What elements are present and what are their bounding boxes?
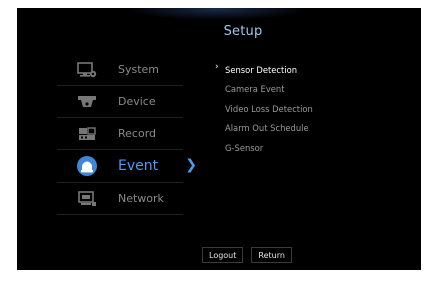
submenu-item-label: Alarm Out Schedule <box>225 123 309 134</box>
page-title: Setup <box>223 24 263 39</box>
menu-item-record[interactable]: Record <box>57 118 183 150</box>
menu-item-label: Event <box>118 158 159 174</box>
event-icon <box>74 156 100 176</box>
menu-item-label: Device <box>118 95 156 108</box>
menu-item-event[interactable]: Event ❯ <box>57 150 197 183</box>
menu-item-system[interactable]: System <box>57 54 183 86</box>
menu-item-device[interactable]: Device <box>57 86 183 118</box>
setup-panel: Setup System Device Record Event ❯ Netwo… <box>17 8 421 270</box>
setup-menu: System Device Record Event ❯ Network <box>57 54 197 215</box>
logout-button[interactable]: Logout <box>202 247 244 263</box>
menu-item-network[interactable]: Network <box>57 183 183 215</box>
record-icon <box>74 124 100 144</box>
submenu-item-label: Sensor Detection <box>225 65 298 75</box>
event-submenu: › Sensor Detection Camera Event Video Lo… <box>215 61 313 158</box>
submenu-item-label: G-Sensor <box>225 142 264 153</box>
screen: Setup System Device Record Event ❯ Netwo… <box>0 0 438 295</box>
submenu-item-g-sensor[interactable]: G-Sensor <box>225 139 313 158</box>
submenu-item-label: Camera Event <box>225 84 285 95</box>
chevron-right-icon: ❯ <box>185 157 197 173</box>
network-icon <box>74 189 100 209</box>
menu-item-label: System <box>118 63 160 76</box>
bottom-buttons: Logout Return <box>202 247 292 263</box>
device-icon <box>74 92 100 112</box>
submenu-item-camera-event[interactable]: Camera Event <box>225 80 313 99</box>
caret-right-icon: › <box>215 62 219 72</box>
submenu-item-sensor-detection[interactable]: › Sensor Detection <box>215 61 313 80</box>
submenu-item-video-loss-detection[interactable]: Video Loss Detection <box>225 100 313 119</box>
menu-item-label: Network <box>118 192 164 205</box>
return-button[interactable]: Return <box>251 247 292 263</box>
system-icon <box>74 60 100 80</box>
top-glow <box>127 8 307 20</box>
menu-item-label: Record <box>118 127 157 140</box>
submenu-item-label: Video Loss Detection <box>225 103 313 114</box>
submenu-item-alarm-out-schedule[interactable]: Alarm Out Schedule <box>225 119 313 138</box>
